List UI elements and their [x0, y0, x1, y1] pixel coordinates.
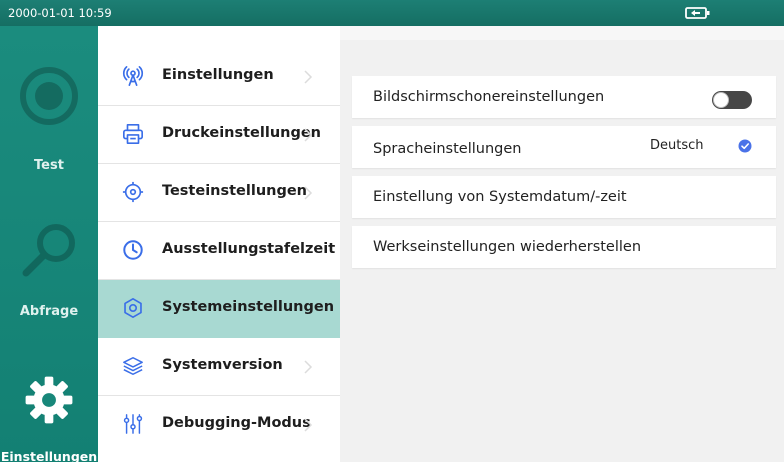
- content-top-strip: [340, 26, 784, 40]
- toggle-knob: [713, 92, 729, 108]
- card-system-datetime[interactable]: Einstellung von Systemdatum/-zeit: [352, 176, 776, 218]
- printer-icon: [123, 124, 143, 144]
- chevron-right-icon: [304, 128, 313, 142]
- left-nav: Test Abfrage Einstellungen: [0, 26, 98, 462]
- menu-item-label: Systemversion: [162, 357, 283, 373]
- wireless-tower-icon: [122, 66, 144, 86]
- gear-icon: [124, 298, 142, 318]
- chevron-right-icon: [304, 186, 313, 200]
- chevron-right-icon: [304, 70, 313, 84]
- card-language-settings[interactable]: Spracheinstellungen Deutsch: [352, 126, 776, 168]
- nav-item-label: Einstellungen: [0, 449, 98, 462]
- menu-item-label: Systemeinstellungen: [162, 299, 335, 315]
- menu-item-ausstellungstafelzeit[interactable]: Ausstellungstafelzeit: [98, 222, 340, 280]
- settings-content: Bildschirmschonereinstellungen Sprachein…: [340, 26, 784, 462]
- menu-item-label: Ausstellungstafelzeit: [162, 241, 336, 257]
- chevron-right-icon: [304, 360, 313, 374]
- menu-item-label: Druckeinstellungen: [162, 125, 322, 141]
- language-value: Deutsch: [650, 138, 704, 153]
- nav-item-test[interactable]: Test: [0, 26, 98, 173]
- check-circle-icon: [738, 139, 752, 153]
- sliders-icon: [123, 414, 143, 434]
- nav-item-einstellungen[interactable]: Einstellungen: [0, 366, 98, 462]
- card-label: Spracheinstellungen: [373, 141, 522, 157]
- status-bar: 2000-01-01 10:59: [0, 0, 784, 26]
- menu-item-systemeinstellungen[interactable]: Systemeinstellungen: [98, 280, 340, 338]
- settings-menu: Einstellungen Druckeinstellungen Testein…: [98, 26, 340, 462]
- menu-item-systemversion[interactable]: Systemversion: [98, 338, 340, 396]
- status-datetime: 2000-01-01 10:59: [8, 6, 112, 20]
- card-factory-reset[interactable]: Werkseinstellungen wiederherstellen: [352, 226, 776, 268]
- card-label: Bildschirmschonereinstellungen: [373, 89, 605, 105]
- menu-item-label: Testeinstellungen: [162, 183, 308, 199]
- search-icon: [22, 224, 75, 277]
- menu-item-debugging-modus[interactable]: Debugging-Modus: [98, 396, 340, 454]
- nav-item-abfrage[interactable]: Abfrage: [0, 196, 98, 326]
- menu-item-einstellungen[interactable]: Einstellungen: [98, 48, 340, 106]
- menu-item-druckeinstellungen[interactable]: Druckeinstellungen: [98, 106, 340, 164]
- layers-icon: [123, 357, 143, 375]
- menu-item-label: Debugging-Modus: [162, 415, 311, 431]
- menu-item-label: Einstellungen: [162, 67, 274, 83]
- nav-item-label: Abfrage: [19, 304, 79, 319]
- card-label: Werkseinstellungen wiederherstellen: [373, 239, 642, 255]
- target-icon: [122, 181, 144, 203]
- menu-item-testeinstellungen[interactable]: Testeinstellungen: [98, 164, 340, 222]
- nav-item-label: Test: [34, 158, 64, 173]
- chevron-right-icon: [304, 418, 313, 432]
- gear-icon: [25, 376, 73, 424]
- battery-charging-icon: [685, 7, 710, 19]
- test-circle-icon: [20, 67, 78, 125]
- card-label: Einstellung von Systemdatum/-zeit: [373, 189, 627, 205]
- clock-icon: [123, 240, 143, 260]
- screensaver-toggle[interactable]: [712, 91, 752, 109]
- card-screensaver-settings[interactable]: Bildschirmschonereinstellungen: [352, 76, 776, 118]
